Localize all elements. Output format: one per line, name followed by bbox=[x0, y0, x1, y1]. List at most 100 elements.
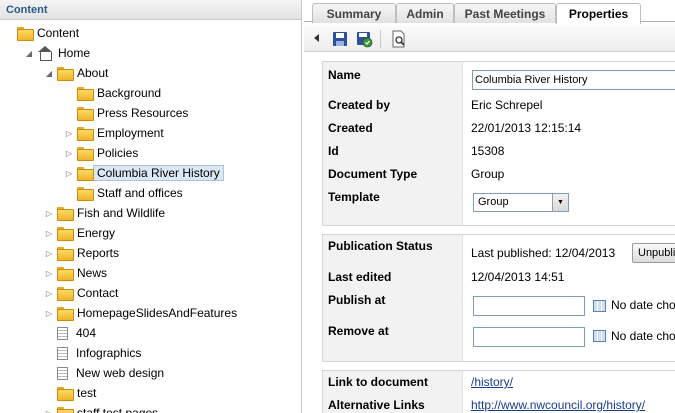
name-input[interactable] bbox=[472, 70, 675, 90]
tab-bar: Summary Admin Past Meetings Properties bbox=[304, 0, 675, 24]
expand-arrow-icon[interactable]: ▷ bbox=[44, 403, 54, 413]
tree-node-label[interactable]: 404 bbox=[76, 326, 96, 340]
tree-node-label[interactable]: About bbox=[77, 66, 108, 80]
tree-node[interactable]: Staff and offices bbox=[64, 183, 183, 203]
folder-icon bbox=[57, 407, 74, 413]
tree-node-label[interactable]: Employment bbox=[97, 126, 164, 140]
folder-icon bbox=[57, 267, 74, 281]
tree-node-label[interactable]: Infographics bbox=[76, 346, 141, 360]
template-select[interactable]: Group ▼ bbox=[473, 193, 569, 212]
tree-node[interactable]: ◢ About bbox=[44, 63, 108, 83]
tree-node[interactable]: ▷ Fish and Wildlife bbox=[44, 203, 165, 223]
tree-node[interactable]: ▷ News bbox=[44, 263, 107, 283]
folder-icon bbox=[17, 27, 34, 41]
tree-node-label[interactable]: Fish and Wildlife bbox=[77, 206, 165, 220]
editor-pane: Summary Admin Past Meetings Properties N… bbox=[304, 0, 675, 413]
expanded-arrow-icon[interactable]: ◢ bbox=[44, 63, 54, 83]
tree-node-label[interactable]: New web design bbox=[76, 366, 164, 380]
tree-node[interactable]: ▷ Energy bbox=[44, 223, 115, 243]
tree-node-label[interactable]: Reports bbox=[77, 246, 119, 260]
tab-past-meetings[interactable]: Past Meetings bbox=[454, 3, 556, 23]
tree-node-label[interactable]: Home bbox=[58, 46, 90, 60]
id-label: Id bbox=[328, 144, 339, 158]
folder-icon bbox=[77, 87, 94, 101]
tree-node-label[interactable]: Energy bbox=[77, 226, 115, 240]
tree-node[interactable]: 404 bbox=[44, 323, 96, 343]
expand-arrow-icon[interactable]: ▷ bbox=[64, 123, 74, 143]
tree-node[interactable]: Background bbox=[64, 83, 161, 103]
preview-icon[interactable] bbox=[390, 30, 408, 48]
folder-icon bbox=[57, 387, 74, 401]
folder-icon bbox=[57, 287, 74, 301]
save-icon[interactable] bbox=[331, 30, 349, 48]
folder-icon bbox=[57, 247, 74, 261]
document-type-value: Group bbox=[471, 167, 505, 181]
tab-summary[interactable]: Summary bbox=[312, 3, 396, 23]
save-and-publish-icon[interactable] bbox=[355, 30, 373, 48]
tree-node[interactable]: ▷ Columbia River History bbox=[64, 163, 224, 183]
dropdown-arrow-icon[interactable]: ▼ bbox=[552, 194, 568, 211]
tree-node[interactable]: Press Resources bbox=[64, 103, 188, 123]
expand-arrow-icon[interactable]: ▷ bbox=[44, 243, 54, 263]
tree-node[interactable]: ◢ Home bbox=[24, 43, 90, 63]
tree-node[interactable]: ▷ Employment bbox=[64, 123, 164, 143]
tree-node-label[interactable]: Background bbox=[97, 86, 161, 100]
tree-node[interactable]: ▷ staff test pages bbox=[44, 403, 158, 413]
remove-at-input[interactable] bbox=[473, 327, 585, 347]
collapse-arrow-icon[interactable] bbox=[314, 34, 320, 42]
tree-node[interactable]: Content bbox=[4, 23, 79, 43]
last-published-value: Last published: 12/04/2013 bbox=[471, 246, 616, 260]
tree-node-label[interactable]: Staff and offices bbox=[97, 186, 183, 200]
tree-node-label[interactable]: Contact bbox=[77, 286, 118, 300]
tree-node-label[interactable]: test bbox=[77, 386, 96, 400]
expand-arrow-icon[interactable]: ▷ bbox=[44, 283, 54, 303]
unpublish-button[interactable]: Unpublish bbox=[632, 243, 675, 263]
document-icon bbox=[57, 366, 68, 380]
tree-node-label[interactable]: Columbia River History bbox=[93, 165, 224, 181]
folder-icon bbox=[57, 67, 74, 81]
folder-icon bbox=[77, 167, 94, 181]
tree-node[interactable]: New web design bbox=[44, 363, 164, 383]
publish-at-input[interactable] bbox=[473, 296, 585, 316]
tree-node-label[interactable]: HomepageSlidesAndFeatures bbox=[77, 306, 237, 320]
tab-properties[interactable]: Properties bbox=[556, 3, 641, 24]
tree-node[interactable]: ▷ Reports bbox=[44, 243, 119, 263]
tree-node-label[interactable]: News bbox=[77, 266, 107, 280]
tree-node[interactable]: test bbox=[44, 383, 96, 403]
calendar-icon[interactable] bbox=[593, 300, 606, 312]
tree-node[interactable]: ▷ Policies bbox=[64, 143, 138, 163]
expand-arrow-icon[interactable]: ▷ bbox=[64, 143, 74, 163]
calendar-icon[interactable] bbox=[593, 330, 606, 342]
expand-arrow-icon[interactable]: ▷ bbox=[64, 163, 74, 183]
tree-node-label[interactable]: Press Resources bbox=[97, 106, 188, 120]
folder-icon bbox=[57, 307, 74, 321]
tree-node[interactable]: Infographics bbox=[44, 343, 141, 363]
document-type-label: Document Type bbox=[328, 167, 418, 181]
tree-node-label[interactable]: staff test pages bbox=[77, 406, 158, 413]
expand-arrow-icon[interactable]: ▷ bbox=[44, 203, 54, 223]
alternative-link[interactable]: http://www.nwcouncil.org/history/ bbox=[471, 398, 645, 412]
expanded-arrow-icon[interactable]: ◢ bbox=[24, 43, 34, 63]
id-value: 15308 bbox=[471, 144, 505, 158]
tab-admin[interactable]: Admin bbox=[396, 3, 454, 23]
expand-arrow-icon[interactable]: ▷ bbox=[44, 263, 54, 283]
tree-node[interactable]: ▷ HomepageSlidesAndFeatures bbox=[44, 303, 237, 323]
tree-node-label[interactable]: Content bbox=[37, 26, 79, 40]
remove-at-label: Remove at bbox=[328, 324, 389, 338]
alternative-links-label: Alternative Links bbox=[328, 398, 425, 412]
tree-node-label[interactable]: Policies bbox=[97, 146, 138, 160]
content-tree-pane: Content Content ◢ Home ◢ About Background Pres… bbox=[0, 0, 302, 413]
expand-arrow-icon[interactable]: ▷ bbox=[44, 223, 54, 243]
template-selected-value: Group bbox=[478, 196, 509, 208]
folder-icon bbox=[77, 147, 94, 161]
tree-node[interactable]: ▷ Contact bbox=[44, 283, 118, 303]
created-label: Created bbox=[328, 121, 373, 135]
publication-status-label: Publication Status bbox=[328, 239, 433, 253]
link-to-document[interactable]: /history/ bbox=[471, 375, 513, 389]
expand-arrow-icon[interactable]: ▷ bbox=[44, 303, 54, 323]
folder-icon bbox=[57, 207, 74, 221]
